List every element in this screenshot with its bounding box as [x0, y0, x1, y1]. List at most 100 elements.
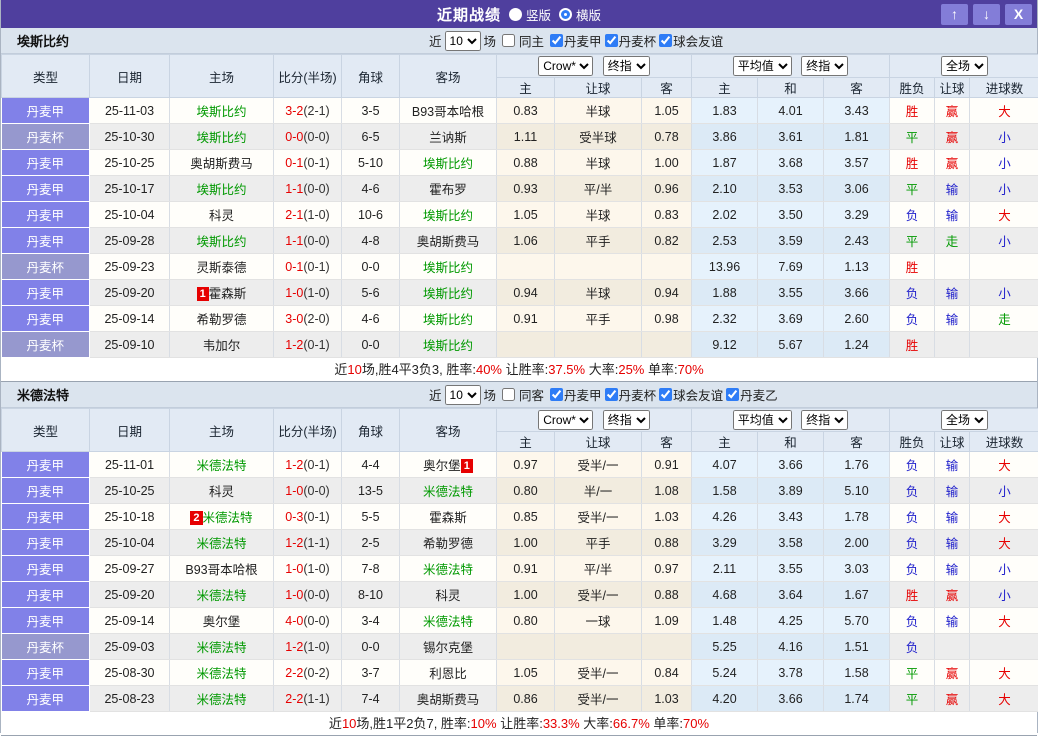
- league-filter[interactable]: 丹麦杯: [602, 31, 657, 50]
- same-venue-checkbox[interactable]: [502, 388, 515, 401]
- avg-final-select[interactable]: 终指: [801, 56, 848, 76]
- games-count-select[interactable]: 10: [445, 385, 481, 405]
- result-goals-cell: 小: [970, 478, 1038, 504]
- result-handicap-cell: 输: [935, 306, 970, 332]
- handicap-away-odds-cell: 1.00: [642, 150, 692, 176]
- league-filter[interactable]: 丹麦杯: [602, 385, 657, 404]
- league-type-cell: 丹麦甲: [2, 202, 90, 228]
- result-winloss-cell: 负: [890, 452, 935, 478]
- avg-company-select[interactable]: 平均值: [733, 410, 792, 430]
- league-filter[interactable]: 丹麦甲: [547, 385, 602, 404]
- close-button[interactable]: X: [1005, 4, 1032, 25]
- corner-cell: 3-4: [342, 608, 400, 634]
- handicap-home-odds-cell: 0.91: [497, 556, 555, 582]
- handicap-home-odds-cell: 0.97: [497, 452, 555, 478]
- league-filter[interactable]: 丹麦乙: [723, 385, 778, 404]
- fulltime-scope-select[interactable]: 全场: [941, 410, 988, 430]
- home-team-cell: 米德法特: [170, 634, 274, 660]
- league-type-cell: 丹麦甲: [2, 686, 90, 712]
- league-checkbox[interactable]: [726, 388, 739, 401]
- team-name: 奥尔堡: [423, 459, 461, 473]
- away-team-cell: 奥胡斯费马: [400, 686, 497, 712]
- team-name: B93哥本哈根: [185, 563, 257, 577]
- avg-draw-odds-cell: 3.69: [758, 306, 824, 332]
- same-venue-filter[interactable]: 同主: [499, 31, 544, 50]
- team-name: 埃斯比约: [423, 209, 473, 223]
- handicap-group-header: Crow* 终指: [497, 409, 692, 432]
- away-team-cell: 埃斯比约: [400, 202, 497, 228]
- league-checkbox[interactable]: [550, 34, 563, 47]
- league-checkbox[interactable]: [605, 388, 618, 401]
- same-venue-filter[interactable]: 同客: [499, 385, 544, 404]
- handicap-home-odds-cell: 0.85: [497, 504, 555, 530]
- layout-radio-horizontal[interactable]: 横版: [559, 5, 601, 24]
- corner-cell: 4-6: [342, 176, 400, 202]
- result-goals-cell: 大: [970, 608, 1038, 634]
- vertical-radio-icon[interactable]: [509, 8, 522, 21]
- league-checkbox[interactable]: [659, 34, 672, 47]
- games-suffix-label: 场: [484, 31, 497, 50]
- result-winloss-cell: 平: [890, 228, 935, 254]
- handicap-away-odds-cell: 0.78: [642, 124, 692, 150]
- avg-away-odds-cell: 1.58: [824, 660, 890, 686]
- layout-radio-vertical[interactable]: 竖版: [509, 5, 551, 24]
- home-team-cell: 韦加尔: [170, 332, 274, 358]
- avg-final-select[interactable]: 终指: [801, 410, 848, 430]
- same-venue-checkbox[interactable]: [502, 34, 515, 47]
- col-score: 比分(半场): [274, 409, 342, 452]
- crow-company-select[interactable]: Crow*: [538, 410, 593, 430]
- result-winloss-cell: 平: [890, 660, 935, 686]
- handicap-home-odds-cell: [497, 332, 555, 358]
- match-row: 丹麦杯25-09-23灵斯泰德0-1(0-1)0-0埃斯比约13.967.691…: [2, 254, 1038, 280]
- league-filter[interactable]: 球会友谊: [656, 385, 723, 404]
- move-down-button[interactable]: ↓: [973, 4, 1000, 25]
- fulltime-score: 1-0: [285, 562, 303, 576]
- move-up-button[interactable]: ↑: [941, 4, 968, 25]
- handicap-home-odds-cell: 1.05: [497, 202, 555, 228]
- avg-draw-odds-cell: 3.59: [758, 228, 824, 254]
- league-filter[interactable]: 球会友谊: [656, 31, 723, 50]
- avg-home-odds-cell: 2.02: [692, 202, 758, 228]
- corner-cell: 5-6: [342, 280, 400, 306]
- horizontal-radio-icon[interactable]: [559, 8, 572, 21]
- average-group-header: 平均值 终指: [692, 55, 890, 78]
- fulltime-scope-select[interactable]: 全场: [941, 56, 988, 76]
- col-type: 类型: [2, 55, 90, 98]
- crow-final-select[interactable]: 终指: [603, 410, 650, 430]
- score-cell: 1-0(0-0): [274, 582, 342, 608]
- team-name: 埃斯比约: [423, 287, 473, 301]
- match-date-cell: 25-10-30: [90, 124, 170, 150]
- handicap-away-odds-cell: 1.03: [642, 504, 692, 530]
- crow-final-select[interactable]: 终指: [603, 56, 650, 76]
- avg-draw-odds-cell: 3.66: [758, 452, 824, 478]
- avg-company-select[interactable]: 平均值: [733, 56, 792, 76]
- corner-cell: 10-6: [342, 202, 400, 228]
- result-goals-cell: [970, 634, 1038, 660]
- league-checkbox[interactable]: [605, 34, 618, 47]
- match-date-cell: 25-09-14: [90, 608, 170, 634]
- result-winloss-cell: 负: [890, 306, 935, 332]
- fulltime-score: 4-0: [285, 614, 303, 628]
- match-date-cell: 25-09-03: [90, 634, 170, 660]
- halftime-score: (0-0): [303, 484, 329, 498]
- avg-home-odds-cell: 1.87: [692, 150, 758, 176]
- handicap-away-odds-cell: [642, 332, 692, 358]
- handicap-home-odds-cell: 1.00: [497, 530, 555, 556]
- league-filter[interactable]: 丹麦甲: [547, 31, 602, 50]
- avg-draw-odds-cell: 3.53: [758, 176, 824, 202]
- league-checkbox[interactable]: [659, 388, 672, 401]
- league-checkbox[interactable]: [550, 388, 563, 401]
- games-count-select[interactable]: 10: [445, 31, 481, 51]
- result-goals-cell: 小: [970, 124, 1038, 150]
- handicap-line-cell: 半球: [555, 150, 642, 176]
- col-home: 主场: [170, 409, 274, 452]
- home-team-cell: 奥胡斯费马: [170, 150, 274, 176]
- team-name: 米德法特: [423, 485, 473, 499]
- team-name: 科灵: [435, 589, 460, 603]
- avg-draw-odds-cell: 3.55: [758, 280, 824, 306]
- col-score: 比分(半场): [274, 55, 342, 98]
- team-name: 米德法特: [196, 459, 246, 473]
- crow-company-select[interactable]: Crow*: [538, 56, 593, 76]
- match-date-cell: 25-09-10: [90, 332, 170, 358]
- team-name: 奥尔堡: [203, 615, 241, 629]
